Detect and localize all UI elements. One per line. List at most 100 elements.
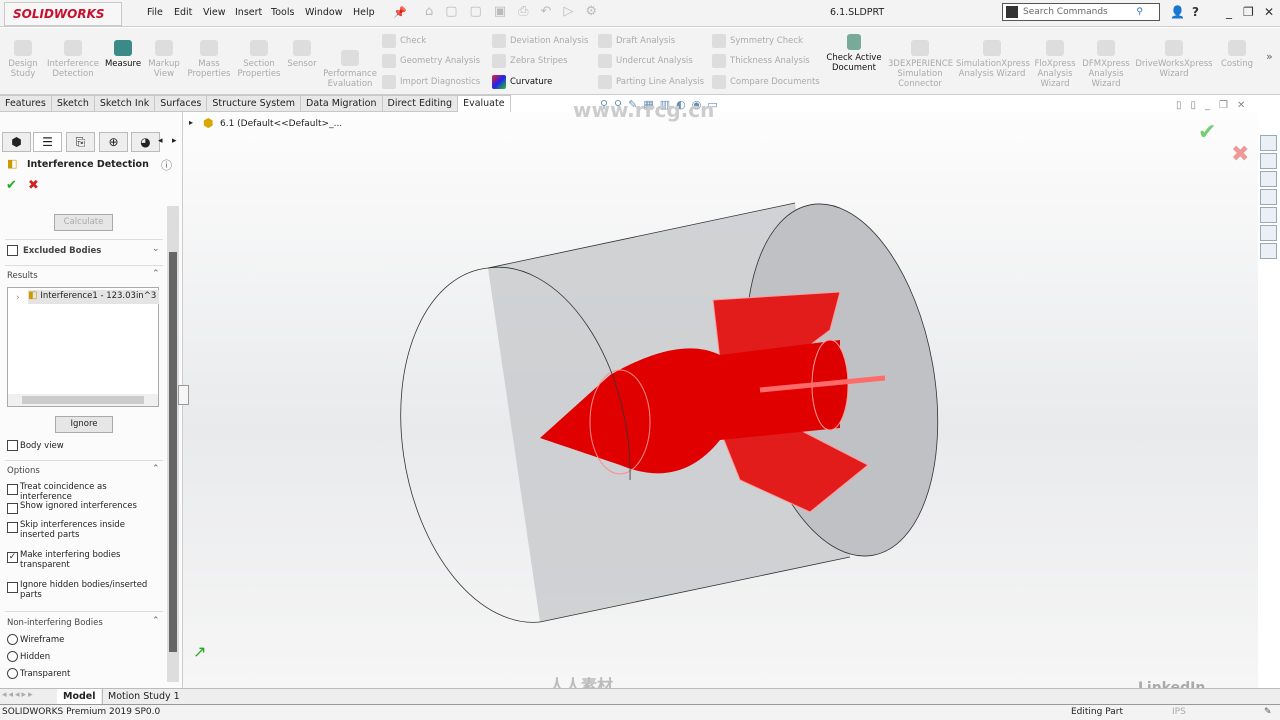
search-commands-input[interactable]: Search Commands ⚲ [1002,3,1160,21]
restore-button[interactable]: ❐ [1243,5,1254,19]
option-checkbox[interactable] [7,484,18,495]
result-item[interactable]: ◧ Interference1 - 123.03in^3 [28,290,159,304]
draft-analysis-button[interactable]: Draft Analysis [598,34,675,48]
quick-tips-icon[interactable]: ✎ [1264,705,1272,720]
appearances-icon[interactable] [1260,207,1277,223]
collapse-chevron-icon[interactable]: ⌃ [152,464,160,474]
expand-chevron-icon[interactable]: ⌄ [152,244,160,254]
body-view-checkbox[interactable] [7,440,18,451]
tab-sketch-ink[interactable]: Sketch Ink [94,95,156,112]
section-properties-button[interactable]: Section Properties [234,40,284,79]
dimxpert-tab-icon[interactable]: ⊕ [99,132,128,152]
pin-icon[interactable]: 📌 [393,6,407,19]
quick-access-toolbar-icons[interactable]: ⌂▢▢▣⎙↶▷⚙ [425,4,609,19]
compare-documents-button[interactable]: Compare Documents [712,75,820,89]
hidden-radio[interactable] [7,651,18,662]
design-library-icon[interactable] [1260,153,1277,169]
tab-evaluate[interactable]: Evaluate [458,95,511,112]
tab-surfaces[interactable]: Surfaces [155,95,208,112]
expand-result-icon[interactable]: › [16,293,20,303]
collapse-chevron-icon[interactable]: ⌃ [152,269,160,279]
curvature-button[interactable]: Curvature [492,75,552,89]
tab-motion-study-1[interactable]: Motion Study 1 [102,689,185,704]
collapse-chevron-icon[interactable]: ⌃ [152,616,160,626]
viewport-window-controls[interactable]: ▯▯_❐✕ [1176,100,1254,111]
deviation-analysis-button[interactable]: Deviation Analysis [492,34,588,48]
floxpress-button[interactable]: FloXpress Analysis Wizard [1032,40,1078,89]
menu-insert[interactable]: Insert [235,7,262,18]
feature-manager-tab-icon[interactable]: ⬢ [2,132,31,152]
interference-detection-button[interactable]: Interference Detection [46,40,100,79]
tab-features[interactable]: Features [0,95,52,112]
design-study-button[interactable]: Design Study [4,40,42,79]
forum-icon[interactable] [1260,243,1277,259]
menu-edit[interactable]: Edit [174,7,192,18]
parting-line-analysis-button[interactable]: Parting Line Analysis [598,75,704,89]
help-icon[interactable]: ⓘ [161,157,172,173]
view-palette-icon[interactable] [1260,189,1277,205]
tab-model[interactable]: Model [57,689,102,704]
search-icon[interactable]: ⚲ [1136,4,1143,20]
tab-data-migration[interactable]: Data Migration [301,95,383,112]
thickness-analysis-button[interactable]: Thickness Analysis [712,54,810,68]
menu-tools[interactable]: Tools [271,7,294,18]
ok-button[interactable]: ✔ [6,178,17,193]
property-manager-tab-icon[interactable]: ☰ [33,132,62,152]
dfmxpress-button[interactable]: DFMXpress Analysis Wizard [1082,40,1130,89]
simulationxpress-button[interactable]: SimulationXpress Analysis Wizard [956,40,1030,79]
costing-button[interactable]: Costing [1218,40,1256,69]
tab-scroll-right-icon[interactable]: ▸ [172,136,177,146]
markup-view-button[interactable]: Markup View [145,40,183,79]
menu-file[interactable]: File [147,7,163,18]
configuration-manager-tab-icon[interactable]: ⎘ [66,132,95,152]
menu-view[interactable]: View [203,7,226,18]
transparent-radio[interactable] [7,668,18,679]
sensor-button[interactable]: Sensor [285,40,319,69]
tab-direct-editing[interactable]: Direct Editing [382,95,459,112]
solidworks-logo[interactable]: SOLIDWORKS [4,2,122,26]
results-list[interactable]: › ◧ Interference1 - 123.03in^3 [7,287,159,407]
check-active-document-button[interactable]: Check Active Document [824,34,884,73]
user-icon[interactable]: 👤 [1170,5,1185,19]
tab-navigation-arrows[interactable]: ◂◂◂▸▸ [2,690,35,700]
tab-structure-system[interactable]: Structure System [207,95,302,112]
measure-button[interactable]: Measure [103,40,143,69]
option-checkbox[interactable] [7,522,18,533]
calculate-button[interactable]: Calculate [54,214,113,231]
units-selector[interactable]: IPS [1172,705,1186,720]
results-horizontal-scrollbar[interactable] [8,394,158,406]
cancel-button[interactable]: ✖ [28,178,39,193]
display-manager-tab-icon[interactable]: ◕ [131,132,160,152]
graphics-area[interactable]: ▸ ⬢ 6.1 (Default<<Default>_... ✔ ✖ ↗ 人人素… [183,98,1258,712]
excluded-bodies-checkbox[interactable] [7,245,18,256]
menu-window[interactable]: Window [305,7,342,18]
mass-properties-button[interactable]: Mass Properties [187,40,231,79]
option-checkbox[interactable] [7,503,18,514]
tab-scroll-left-icon[interactable]: ◂ [158,136,163,146]
panel-scrollbar[interactable] [167,206,179,682]
close-button[interactable]: ✕ [1264,5,1274,19]
custom-properties-icon[interactable] [1260,225,1277,241]
option-checkbox[interactable] [7,582,18,593]
3dexperience-simulation-connector-button[interactable]: 3DEXPERIENCE Simulation Connector [888,40,953,89]
help-icon[interactable]: ? [1192,5,1199,19]
performance-evaluation-button[interactable]: Performance Evaluation [322,40,378,89]
panel-splitter-handle[interactable] [178,385,189,405]
more-chevron-icon[interactable]: » [1266,50,1273,63]
minimize-button[interactable]: _ [1226,5,1232,19]
import-diagnostics-button[interactable]: Import Diagnostics [382,75,480,89]
tab-sketch[interactable]: Sketch [51,95,95,112]
driveworksxpress-button[interactable]: DriveWorksXpress Wizard [1134,40,1214,79]
scrollbar-thumb[interactable] [169,252,177,652]
ignore-button[interactable]: Ignore [55,416,113,433]
undercut-analysis-button[interactable]: Undercut Analysis [598,54,693,68]
file-explorer-icon[interactable] [1260,171,1277,187]
symmetry-check-button[interactable]: Symmetry Check [712,34,803,48]
menu-help[interactable]: Help [353,7,375,18]
option-checkbox[interactable]: ✓ [7,552,18,563]
check-button[interactable]: Check [382,34,426,48]
solidworks-resources-icon[interactable] [1260,135,1277,151]
wireframe-radio[interactable] [7,634,18,645]
zebra-stripes-button[interactable]: Zebra Stripes [492,54,568,68]
geometry-analysis-button[interactable]: Geometry Analysis [382,54,480,68]
